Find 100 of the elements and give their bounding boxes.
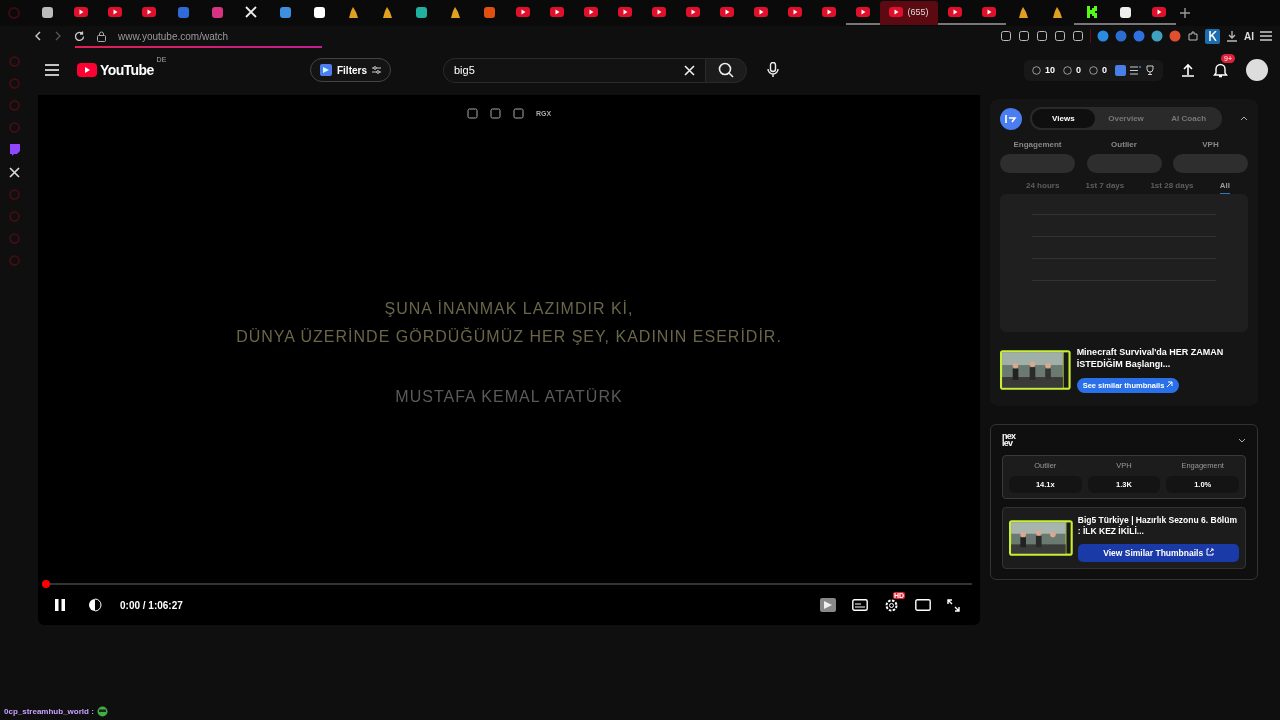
bell-icon[interactable] [1213, 62, 1228, 78]
play-logo-icon [77, 63, 97, 77]
pause-icon[interactable] [54, 598, 66, 612]
extension-icon[interactable] [1000, 30, 1012, 42]
subtitles-icon[interactable] [852, 599, 868, 611]
arrow-icon [1166, 380, 1174, 388]
emote-icon [96, 706, 108, 717]
extension-icon[interactable] [1133, 30, 1145, 42]
duck-icon [1050, 5, 1064, 19]
expand-icon[interactable] [1238, 437, 1246, 443]
youtube-logo[interactable]: YouTube [100, 62, 154, 78]
nexlev-logo: nex lev [1002, 433, 1016, 448]
quote-author: MUSTAFA KEMAL ATATÜRK [395, 388, 623, 406]
analytics-tab[interactable]: Views [1032, 109, 1095, 128]
favicon-icon [414, 5, 428, 19]
video-title[interactable]: Big5 Türkiye | Hazırlık Sezonu 6. Bölüm : İLK KEZ İKİLİ... [1077, 514, 1239, 537]
duck-icon [1016, 5, 1030, 19]
favicon-icon [176, 5, 190, 19]
favicon-icon [482, 5, 496, 19]
lock-icon [97, 30, 106, 42]
extension-icon[interactable] [1169, 30, 1181, 42]
video-title[interactable]: Minecraft Survival'da HER ZAMAN İSTEDİĞİM Başlangı... [1076, 347, 1248, 371]
tab-count: (655) [907, 7, 929, 17]
stat-value: 0 [1075, 65, 1081, 75]
favicon-icon [312, 5, 326, 19]
video-play-icon [584, 7, 598, 17]
new-tab-icon[interactable] [1180, 8, 1190, 18]
search-field[interactable]: big5 [443, 57, 705, 83]
list-icon[interactable] [1130, 65, 1141, 75]
video-play-icon [618, 7, 632, 17]
video-play-icon [889, 7, 904, 17]
status-text: 0cp_streamhub_world : [4, 707, 94, 716]
video-play-icon [108, 7, 122, 17]
address-field[interactable]: www.youtube.com/watch [118, 30, 229, 42]
menu-icon[interactable] [1260, 31, 1272, 41]
extension-icon[interactable] [1036, 30, 1048, 42]
time-display: 0:00 / 1:06:27 [120, 599, 183, 611]
puzzle-icon[interactable] [1187, 30, 1199, 42]
player-tool-icon[interactable] [466, 108, 478, 119]
avatar[interactable] [1246, 59, 1268, 81]
filters-button[interactable]: Filters [310, 58, 391, 82]
app-icon [8, 7, 20, 19]
stat-value: 10 [1044, 65, 1055, 75]
reload-icon[interactable] [74, 30, 85, 42]
duck-icon [380, 5, 394, 19]
video-play-icon [516, 7, 530, 17]
extension-icon[interactable] [1151, 30, 1163, 42]
metric-label: Engagement [1013, 140, 1062, 149]
metric-label: VPH [1202, 140, 1219, 149]
search-button[interactable] [705, 57, 747, 83]
trophy-icon[interactable] [1145, 65, 1155, 75]
search-icon [718, 62, 734, 78]
view-similar-button[interactable]: View Similar Thumbnails [1077, 543, 1239, 562]
duck-icon [448, 5, 462, 19]
video-play-icon [550, 7, 564, 17]
video-play-icon [686, 7, 700, 17]
video-play-icon [822, 7, 836, 17]
video-play-icon [720, 7, 734, 17]
extension-icon[interactable] [1018, 30, 1030, 42]
external-link-icon [1205, 547, 1214, 556]
extension-icon[interactable] [1097, 30, 1109, 42]
upload-icon[interactable] [1181, 63, 1195, 77]
x-icon [245, 6, 257, 18]
metric-label: Outlier [1111, 140, 1137, 149]
player-tool-icon[interactable] [512, 108, 524, 119]
microphone-icon[interactable] [767, 62, 779, 78]
favicon-icon [1118, 5, 1132, 19]
ai-button[interactable]: AI [1244, 30, 1254, 42]
twitch-icon[interactable] [8, 144, 20, 156]
forward-icon[interactable] [54, 31, 62, 41]
clear-icon[interactable] [684, 64, 695, 76]
duck-icon [346, 5, 360, 19]
fullscreen-icon[interactable] [947, 598, 960, 612]
browser-tab[interactable]: (655) [880, 1, 938, 25]
extension-icon[interactable] [1072, 30, 1084, 42]
quote-line: ŞUNA İNANMAK LAZIMDIR Kİ, [384, 300, 634, 318]
player-tool-icon[interactable] [489, 108, 501, 119]
video-play-icon [982, 7, 996, 17]
video-play-icon [142, 7, 156, 17]
video-play-icon [652, 7, 666, 17]
video-play-icon [948, 7, 962, 17]
theater-icon[interactable] [915, 599, 931, 611]
collapse-icon[interactable] [1240, 116, 1248, 121]
video-play-icon [74, 7, 88, 17]
x-icon[interactable] [8, 167, 20, 178]
video-play-icon [754, 7, 768, 17]
stat-value: 0 [1102, 65, 1107, 75]
favicon-icon [210, 5, 224, 19]
profile-icon[interactable] [1205, 28, 1220, 44]
back-icon[interactable] [34, 31, 42, 41]
settings-icon[interactable] [884, 597, 899, 613]
quote-line: DÜNYA ÜZERİNDE GÖRDÜĞÜMÜZ HER ŞEY, KADININ ESERİDİR. [236, 328, 782, 346]
sliders-icon [372, 66, 381, 74]
video-play-icon [856, 7, 870, 17]
progress-handle[interactable] [42, 580, 50, 588]
analytics-logo-icon [1000, 107, 1022, 130]
video-play-icon [788, 7, 802, 17]
volume-icon[interactable] [88, 598, 102, 612]
k-logo-icon [1085, 6, 1097, 18]
extension-icon[interactable] [1054, 30, 1066, 42]
